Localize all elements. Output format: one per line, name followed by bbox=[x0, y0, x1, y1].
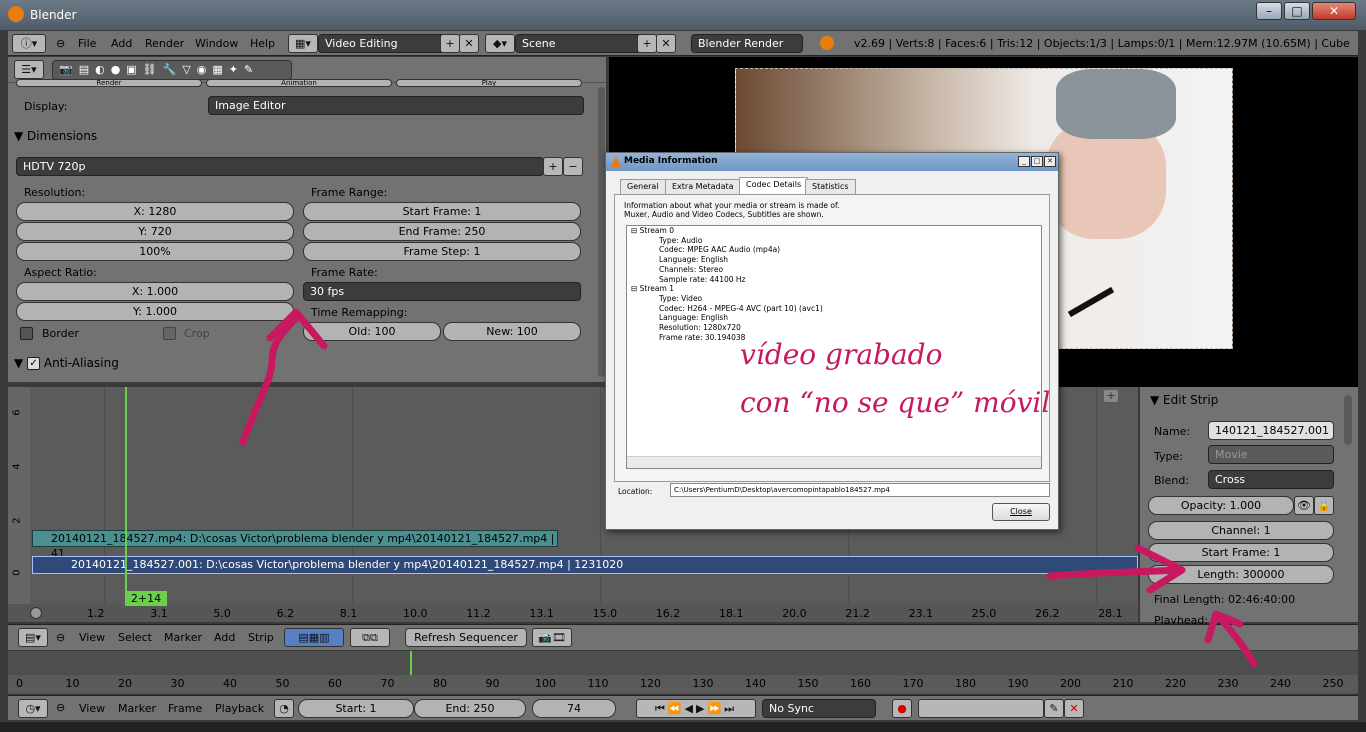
annotation-arrows bbox=[239, 308, 1258, 668]
arrow-length-icon bbox=[1046, 566, 1182, 580]
